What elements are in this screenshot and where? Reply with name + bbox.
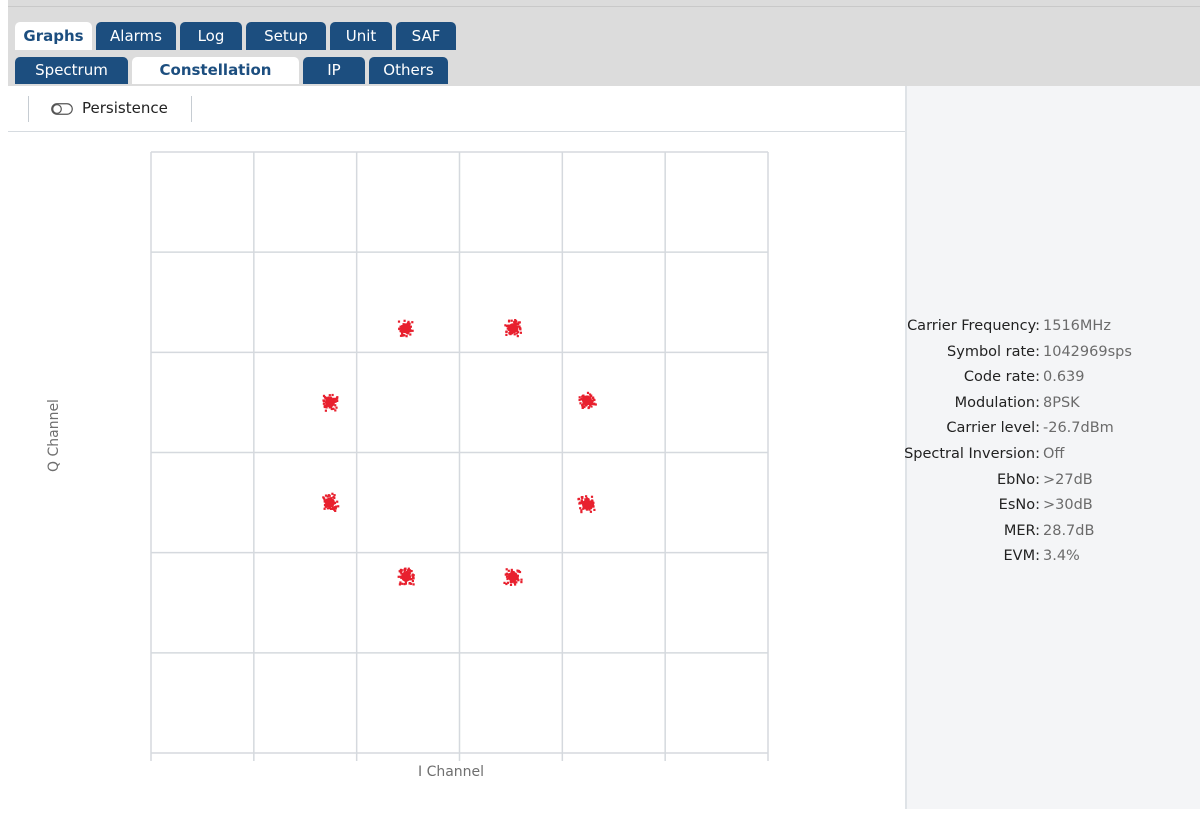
info-label: EbNo: [997, 471, 1040, 488]
tab-saf[interactable]: SAF [396, 22, 456, 50]
info-row: EsNo: >30dB [907, 492, 1200, 518]
info-value: 8PSK [1043, 394, 1080, 411]
info-label: Code rate: [963, 369, 1040, 386]
info-label: Modulation: [954, 394, 1040, 411]
toggle-off-icon [51, 103, 73, 115]
constellation-point [577, 495, 596, 514]
info-row: Modulation: 8PSK [907, 390, 1200, 416]
tab-unit[interactable]: Unit [330, 22, 392, 50]
tab-bar-top-border [8, 6, 1200, 7]
persistence-label: Persistence [82, 99, 168, 117]
constellation-point [504, 319, 522, 338]
info-row: Symbol rate: 1042969sps [907, 339, 1200, 365]
info-row: EVM: 3.4% [907, 543, 1200, 569]
info-label: Carrier Frequency: [907, 318, 1040, 334]
signal-info-panel: Carrier Frequency: 1516MHz Symbol rate: 104… [904, 86, 1200, 809]
info-value: 0.639 [1043, 369, 1085, 386]
toolbar-separator [191, 96, 192, 122]
tab-graphs[interactable]: Graphs [15, 22, 92, 50]
constellation-point [397, 567, 415, 586]
info-value: 3.4% [1043, 548, 1080, 565]
constellation-point [578, 391, 597, 410]
info-value: 28.7dB [1043, 522, 1095, 539]
info-label: Carrier level: [946, 420, 1040, 437]
info-label: Symbol rate: [947, 343, 1040, 360]
constellation-point [322, 393, 339, 412]
info-label: Spectral Inversion: [904, 446, 1040, 462]
info-value: -26.7dBm [1043, 420, 1114, 437]
constellation-point [322, 492, 340, 512]
info-row: MER: 28.7dB [907, 518, 1200, 544]
tab-setup[interactable]: Setup [246, 22, 326, 50]
info-value: 1516MHz [1043, 318, 1111, 334]
info-label: MER: [1003, 522, 1040, 539]
graph-toolbar: Persistence [8, 86, 905, 132]
grid [150, 151, 769, 761]
tab-ip[interactable]: IP [303, 57, 365, 84]
y-axis-label: Q Channel [46, 399, 62, 472]
constellation-point [503, 568, 523, 586]
info-row: Carrier Frequency: 1516MHz [907, 313, 1200, 339]
constellation-chart [150, 151, 769, 761]
info-value: Off [1043, 446, 1065, 462]
tab-others[interactable]: Others [369, 57, 448, 84]
tab-alarms[interactable]: Alarms [96, 22, 176, 50]
toolbar-separator [28, 96, 29, 122]
info-label: EsNo: [998, 497, 1040, 514]
info-row: Code rate: 0.639 [907, 364, 1200, 390]
info-row: Carrier level: -26.7dBm [907, 415, 1200, 441]
tab-log[interactable]: Log [180, 22, 242, 50]
constellation-point [397, 319, 414, 338]
info-value: >27dB [1043, 471, 1093, 488]
window-frame [0, 0, 7, 809]
x-axis-label: I Channel [418, 764, 485, 780]
info-label: EVM: [1003, 548, 1040, 565]
tab-spectrum[interactable]: Spectrum [15, 57, 128, 84]
info-row: EbNo: >27dB [907, 467, 1200, 493]
info-row: Spectral Inversion: Off [904, 441, 1200, 467]
info-value: 1042969sps [1043, 343, 1132, 360]
info-value: >30dB [1043, 497, 1093, 514]
tab-constellation[interactable]: Constellation [132, 57, 299, 84]
constellation-plot-area: I Channel Q Channel [8, 132, 905, 809]
persistence-toggle[interactable]: Persistence [38, 92, 188, 126]
